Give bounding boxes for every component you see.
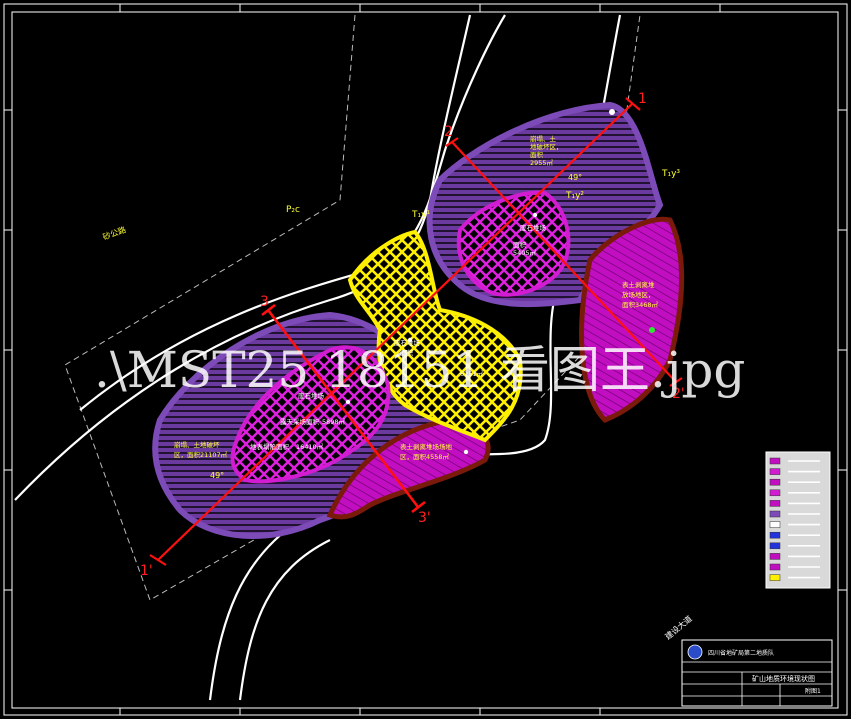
legend-swatch [769,457,781,465]
title-block-sheet-no: 附图1 [805,687,821,695]
zone-label-line: 表土剥离堆场场地 [400,442,453,451]
zone-label-line: 16410㎡ [296,442,324,451]
zone-label-line: 地表塌陷面积 [250,442,290,451]
legend-swatch [769,500,781,507]
road-label-southeast: 建设大道 [663,613,694,641]
geology-label-t1y3: T₁y³ [661,169,680,179]
title-block-drawing-title: 矿山地质环境现状图 [752,674,815,683]
geology-label-t1y2: T₁y² [565,191,584,201]
legend-swatch [769,553,781,560]
zone-label-line: 区，面积4558㎡ [400,452,450,461]
zone-label-line: 露天采场面积 [280,417,320,426]
section-label-1: 1 [638,91,647,107]
zone-label-line: 面积 [530,150,544,159]
legend [765,451,831,589]
legend-swatch [769,521,781,528]
green-marker [649,327,655,333]
legend-swatch [769,563,781,571]
road-label-west: 砂公路 [101,224,127,242]
zone-label-line: 面积3468㎡ [622,300,659,309]
section-label-3: 3 [260,294,269,310]
zone-label-line: 2955㎡ [530,158,554,167]
zone-label-line: 地破坏区， [530,142,563,151]
zone-label-line: 区，面积21107㎡ [174,450,228,459]
dip-label: 49° [568,173,582,182]
legend-swatch [769,542,781,550]
section-label-1-end: 1' [140,563,153,579]
watermark: .\MST25 18151 看图王.jpg [94,341,745,399]
map-canvas: 1 1' 2 2' 3 3' P₂c T₁y¹ T₁y² T₁y³ 49° 49… [3,3,848,716]
section-label-3-end: 3' [418,510,431,526]
legend-swatch [769,531,781,539]
legend-swatch [769,574,781,581]
title-block: 四川省地矿局第二地质队 矿山地质环境现状图 附图1 [681,639,833,707]
legend-swatch [769,468,781,475]
legend-swatch [769,510,781,518]
zone-label-line: 5898㎡ [322,417,346,426]
zone-label-line: 表土剥离堆 [622,280,655,289]
zone-label-line: 崩塌、土 [530,134,557,143]
geology-label-p2c: P₂c [286,205,300,215]
zone-label-line: 5405㎡ [513,248,537,257]
zone-label-line: 放场地区， [622,290,655,299]
legend-swatch [769,478,781,486]
dip-label: 49° [210,471,224,480]
zone-label-line: 废石堆场 [520,223,547,232]
geology-label-t1y1: T₁y¹ [411,210,430,220]
zone-label-line: 崩塌、土地破坏 [174,440,220,449]
section-label-2: 2 [444,124,453,140]
zone-label-line: 面积 [513,240,527,249]
title-block-org: 四川省地矿局第二地质队 [708,649,774,657]
legend-swatch [769,489,781,497]
